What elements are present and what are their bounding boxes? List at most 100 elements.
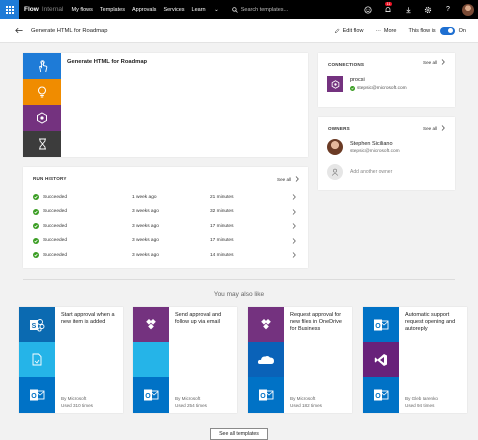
chevron-right-icon <box>292 194 296 200</box>
run-duration: 32 minutes <box>210 209 234 214</box>
run-history-row[interactable]: Succeeded 3 weeks ago 32 minutes <box>33 205 301 219</box>
template-icons: OO <box>363 307 399 413</box>
nav-templates[interactable]: Templates <box>100 7 125 13</box>
outlook-icon: O <box>19 377 55 413</box>
connection-name[interactable]: procsi <box>350 77 365 83</box>
back-arrow-icon[interactable] <box>15 27 23 34</box>
section-divider <box>23 279 455 280</box>
run-time: 3 weeks ago <box>132 209 159 214</box>
onedrive-icon <box>248 342 284 377</box>
template-author: By Microsoft <box>175 396 201 401</box>
run-history-row[interactable]: Succeeded 3 weeks ago 14 minutes <box>33 248 301 262</box>
template-card[interactable]: O Send approval and follow up via email By… <box>133 307 237 413</box>
run-status: Succeeded <box>43 238 68 243</box>
toggle-state-label: On <box>458 27 466 34</box>
recommendations-heading: You may also like <box>213 291 265 298</box>
flow-header-bar: Generate HTML for Roadmap Edit flow ··· … <box>0 19 478 43</box>
flow-summary-card[interactable]: Generate HTML for Roadmap <box>23 53 308 157</box>
success-check-icon <box>33 237 39 244</box>
notifications-button[interactable]: 11 <box>378 0 398 19</box>
success-check-icon <box>33 223 39 229</box>
see-all-label: See all <box>423 59 438 65</box>
outlook-icon: O <box>133 377 169 413</box>
template-author: By Microsoft <box>290 396 316 401</box>
template-card[interactable]: S O Start approval when a new item is adde… <box>19 307 123 413</box>
download-button[interactable] <box>398 0 418 19</box>
gear-icon <box>424 6 432 13</box>
chevron-right-icon <box>292 208 296 215</box>
settings-button[interactable] <box>418 0 438 19</box>
template-author: By Gleb Iarenko <box>405 396 438 401</box>
svg-text:S: S <box>32 323 37 330</box>
chevron-right-icon <box>292 223 296 229</box>
connections-see-all[interactable]: See all <box>423 59 445 65</box>
run-status: Succeeded <box>43 209 68 214</box>
sharepoint-icon: S <box>19 307 55 342</box>
feedback-button[interactable] <box>358 0 378 19</box>
run-duration: 14 minutes <box>210 252 234 258</box>
run-time: 3 weeks ago <box>132 252 159 258</box>
success-check-icon <box>33 208 39 215</box>
template-icons: O <box>248 307 284 413</box>
document-icon <box>19 342 55 377</box>
outlook-icon: O <box>363 377 399 413</box>
flow-enabled-toggle[interactable] <box>439 26 455 35</box>
chevron-right-icon <box>295 176 299 182</box>
search-box[interactable]: Search templates... <box>231 6 288 13</box>
edit-flow-button[interactable]: Edit flow <box>334 27 364 34</box>
lightbulb-icon <box>23 79 61 105</box>
template-title: Start approval when a new item is added <box>61 312 115 325</box>
template-usage: Used 254 times <box>175 403 207 408</box>
run-duration: 17 minutes <box>210 223 234 229</box>
edit-flow-label: Edit flow <box>342 27 364 34</box>
template-usage: Used 182 times <box>290 403 322 408</box>
add-owner-label[interactable]: Add another owner <box>350 169 392 175</box>
template-title: Request approval for new files in OneDri… <box>290 312 342 332</box>
touch-icon <box>23 53 61 79</box>
svg-text:O: O <box>375 393 381 400</box>
brand-name[interactable]: Flow <box>24 6 39 13</box>
run-history-row[interactable]: Succeeded 3 weeks ago 17 minutes <box>33 234 301 248</box>
template-card[interactable]: O Request approval for new files in OneDr… <box>248 307 352 413</box>
add-owner-button[interactable] <box>327 164 343 180</box>
top-navigation-bar: Flow Internal My flows Templates Approva… <box>0 0 478 19</box>
run-history-card: RUN HISTORY See all Succeeded 1 week ago 2… <box>23 167 308 268</box>
run-history-heading: RUN HISTORY <box>33 176 67 181</box>
nav-approvals[interactable]: Approvals <box>132 7 156 13</box>
chevron-right-icon <box>441 59 445 65</box>
run-time: 3 weeks ago <box>132 223 159 229</box>
svg-text:O: O <box>260 393 266 400</box>
help-button[interactable]: ? <box>438 0 458 19</box>
download-icon <box>405 6 411 13</box>
run-history-row[interactable]: Succeeded 3 weeks ago 17 minutes <box>33 219 301 233</box>
nav-my-flows[interactable]: My flows <box>72 7 93 13</box>
template-title: Send approval and follow up via email <box>175 312 222 325</box>
person-add-icon <box>331 168 339 176</box>
template-card[interactable]: O O Automatic support request opening and … <box>363 307 467 413</box>
user-avatar[interactable] <box>462 3 474 16</box>
approvals-icon <box>133 307 169 342</box>
svg-text:O: O <box>375 323 381 330</box>
smiley-icon <box>364 5 372 14</box>
owners-see-all[interactable]: See all <box>423 125 445 131</box>
nav-links: My flows Templates Approvals Services Le… <box>72 7 226 13</box>
run-status: Succeeded <box>43 194 68 200</box>
search-placeholder: Search templates <box>240 6 284 13</box>
see-all-templates-button[interactable]: See all templates <box>210 428 268 440</box>
more-button[interactable]: ··· More <box>375 28 396 34</box>
ellipsis-icon: ··· <box>375 27 381 34</box>
success-check-icon <box>33 252 39 258</box>
owner-email: stepsic@microsoft.com <box>350 149 400 154</box>
nav-services[interactable]: Services <box>163 7 184 13</box>
template-title: Automatic support request opening and au… <box>405 312 456 332</box>
nav-learn[interactable]: Learn ⌄ <box>192 7 219 13</box>
visual-studio-icon <box>363 342 399 377</box>
success-check-icon <box>33 194 39 200</box>
run-history-row[interactable]: Succeeded 1 week ago 21 minutes <box>33 190 301 204</box>
app-launcher-button[interactable] <box>0 0 19 19</box>
search-icon <box>231 6 238 13</box>
template-usage: Used 310 times <box>61 403 93 408</box>
run-history-see-all[interactable]: See all <box>277 176 299 182</box>
template-author: By Microsoft <box>61 396 87 401</box>
flow-card-title: Generate HTML for Roadmap <box>67 59 148 65</box>
